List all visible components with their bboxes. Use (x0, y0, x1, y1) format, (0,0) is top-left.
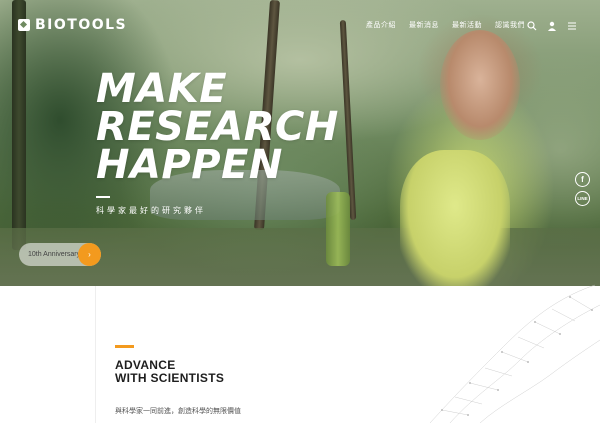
section-subtitle: 與科學家一同前進，創造科學的無限價值 (115, 408, 241, 415)
user-icon[interactable] (547, 18, 557, 31)
nav-item-news[interactable]: 最新消息 (409, 20, 439, 30)
header-icons (527, 18, 577, 31)
anniversary-pill[interactable]: 10th Anniversary › (19, 243, 101, 266)
section-title-line-2: WITH SCIENTISTS (115, 371, 225, 385)
headline-line-2: RESEARCH (96, 104, 339, 150)
arrow-right-icon[interactable]: › (78, 243, 101, 266)
section-divider (95, 286, 96, 423)
logo-mark-icon (18, 19, 30, 31)
dna-graphic (429, 284, 600, 423)
headline-line-1: MAKE (96, 66, 228, 112)
main-nav: 產品介紹 最新消息 最新活動 認識我們 (366, 20, 525, 30)
brand-name: BIOTOOLS (35, 17, 128, 33)
headline-divider (96, 196, 110, 198)
tree-trunk (12, 0, 26, 250)
anniversary-label: 10th Anniversary (28, 251, 81, 258)
runner-head (440, 30, 520, 140)
brand-logo[interactable]: BIOTOOLS (18, 17, 127, 33)
section-accent-bar (115, 345, 134, 348)
hero-headline: MAKE RESEARCH HAPPEN (96, 66, 339, 188)
search-icon[interactable] (527, 18, 537, 31)
nav-item-about[interactable]: 認識我們 (495, 20, 525, 30)
tree-trunk (339, 19, 357, 221)
line-label: LINE (577, 196, 588, 201)
facebook-label: f (581, 175, 584, 184)
water-bottle (326, 192, 350, 266)
nav-item-events[interactable]: 最新活動 (452, 20, 482, 30)
facebook-icon[interactable]: f (575, 172, 590, 187)
headline-line-3: HAPPEN (96, 142, 283, 188)
runner-body (400, 150, 510, 286)
section-title: ADVANCE WITH SCIENTISTS (115, 359, 224, 385)
nav-item-products[interactable]: 產品介紹 (366, 20, 396, 30)
line-icon[interactable]: LINE (575, 191, 590, 206)
menu-icon[interactable] (567, 18, 577, 30)
intro-section: ADVANCE WITH SCIENTISTS 與科學家一同前進，創造科學的無限… (0, 284, 600, 423)
hero-tagline: 科學家最好的研究夥伴 (96, 206, 206, 215)
